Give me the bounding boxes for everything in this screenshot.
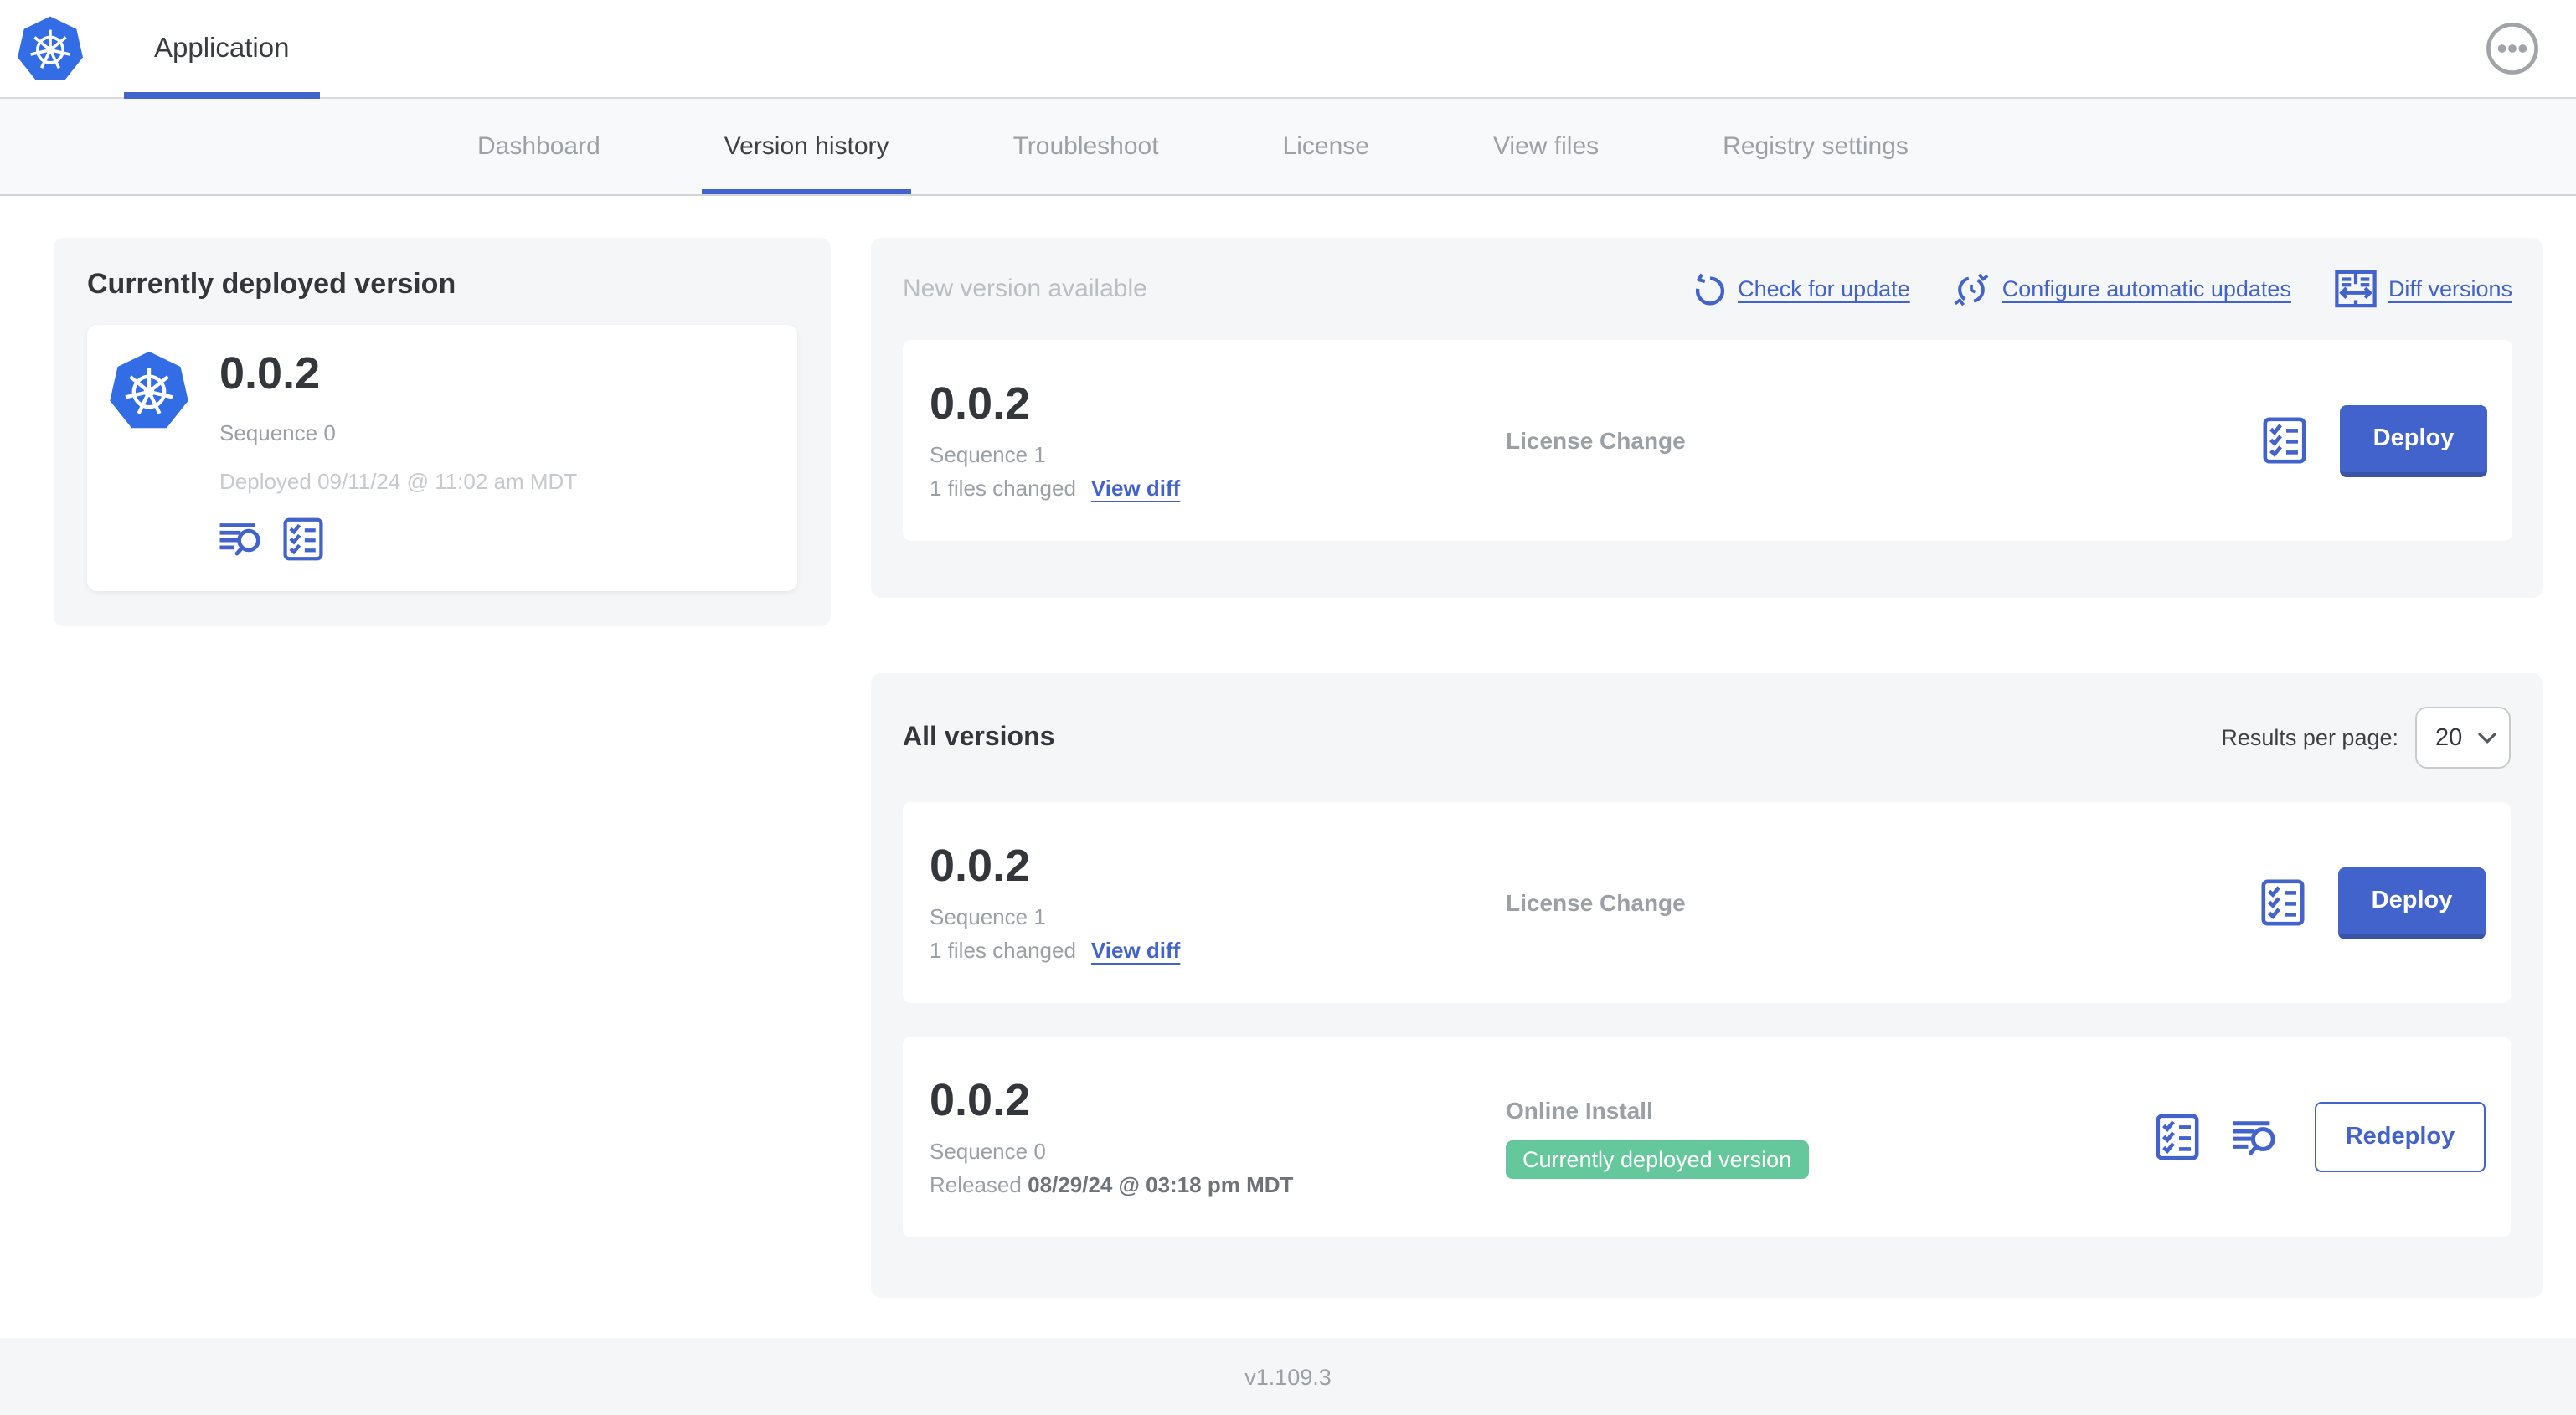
new-version-title: New version available <box>903 275 1147 303</box>
deploy-button[interactable]: Deploy <box>2338 867 2486 939</box>
kots-admin-console: Application Dashboard Version history Tr… <box>0 0 2576 1415</box>
view-diff-link[interactable]: View diff <box>1091 476 1180 501</box>
kubernetes-app-icon <box>109 350 189 430</box>
tab-dashboard[interactable]: Dashboard <box>456 99 622 194</box>
kubernetes-logo-icon <box>17 15 84 82</box>
version-label: 0.0.2 <box>930 378 1031 430</box>
checklist-icon <box>2156 1114 2199 1160</box>
version-row: 0.0.2 Sequence 0 Released 08/29/24 @ 03:… <box>903 1037 2511 1237</box>
diff-icon <box>2335 270 2377 308</box>
sequence-label: Sequence 0 <box>930 1138 1046 1164</box>
logs-icon <box>219 520 266 557</box>
checklist-icon <box>2263 417 2306 464</box>
all-versions-panel: All versions Results per page: 20 0.0.2 … <box>871 673 2543 1298</box>
view-logs-button[interactable] <box>219 520 266 557</box>
configure-automatic-updates-link[interactable]: Configure automatic updates <box>1954 272 2291 306</box>
tab-view-files[interactable]: View files <box>1471 99 1620 194</box>
app-header: Application <box>0 0 2576 99</box>
logs-icon <box>2233 1118 2281 1156</box>
app-tab[interactable]: Application <box>124 0 319 99</box>
version-source-label: Online Install <box>1506 1096 1653 1123</box>
files-changed-label: 1 files changed <box>930 937 1076 963</box>
checklist-icon <box>283 517 323 560</box>
tab-troubleshoot[interactable]: Troubleshoot <box>992 99 1181 194</box>
version-label: 0.0.2 <box>930 1075 1031 1126</box>
console-version-label: v1.109.3 <box>1244 1364 1332 1389</box>
main-content: Currently deployed version 0.0.2 Sequenc… <box>0 196 2576 1298</box>
redeploy-button[interactable]: Redeploy <box>2315 1102 2486 1172</box>
preflight-checks-button[interactable] <box>2261 879 2305 926</box>
released-timestamp: 08/29/24 @ 03:18 pm MDT <box>1028 1171 1294 1197</box>
all-versions-title: All versions <box>903 723 1055 751</box>
refresh-icon <box>1692 272 1726 306</box>
tab-registry-settings[interactable]: Registry settings <box>1701 99 1930 194</box>
results-per-page-label: Results per page: <box>2221 725 2398 750</box>
version-source-label: License Change <box>1506 427 1686 454</box>
app-footer: v1.109.3 <box>0 1338 2576 1415</box>
version-row: 0.0.2 Sequence 1 1 files changed View di… <box>903 802 2511 1003</box>
version-label: 0.0.2 <box>930 841 1031 892</box>
deployed-sequence-label: Sequence 0 <box>219 419 336 445</box>
results-per-page-select[interactable]: 20 <box>2415 707 2511 769</box>
new-version-panel: New version available Check for update C… <box>871 238 2543 598</box>
preflight-checks-button[interactable] <box>2156 1114 2199 1160</box>
deploy-button[interactable]: Deploy <box>2340 404 2487 476</box>
files-changed-label: 1 files changed <box>930 475 1076 501</box>
currently-deployed-card: 0.0.2 Sequence 0 Deployed 09/11/24 @ 11:… <box>87 325 797 591</box>
schedule-update-icon <box>1954 272 1991 306</box>
currently-deployed-title: Currently deployed version <box>87 268 456 300</box>
view-logs-button[interactable] <box>2233 1118 2281 1156</box>
ellipsis-icon <box>2486 22 2539 75</box>
currently-deployed-panel: Currently deployed version 0.0.2 Sequenc… <box>54 238 831 626</box>
sequence-label: Sequence 1 <box>930 441 1046 467</box>
more-options-button[interactable] <box>2486 22 2539 75</box>
deployed-timestamp: Deployed 09/11/24 @ 11:02 am MDT <box>219 468 578 494</box>
new-version-card: 0.0.2 Sequence 1 1 files changed View di… <box>903 340 2512 541</box>
view-diff-link[interactable]: View diff <box>1091 938 1180 963</box>
deployed-version-label: 0.0.2 <box>219 348 321 399</box>
currently-deployed-badge: Currently deployed version <box>1506 1140 1809 1178</box>
version-source-label: License Change <box>1506 889 1686 916</box>
app-tab-label: Application <box>154 33 290 63</box>
tab-license[interactable]: License <box>1261 99 1391 194</box>
checklist-icon <box>2261 879 2305 926</box>
diff-versions-link[interactable]: Diff versions <box>2335 270 2512 308</box>
released-label: Released <box>930 1171 1022 1197</box>
app-subnav: Dashboard Version history Troubleshoot L… <box>0 99 2576 196</box>
check-for-update-link[interactable]: Check for update <box>1692 272 1910 306</box>
preflight-checks-button[interactable] <box>283 517 323 560</box>
tab-version-history[interactable]: Version history <box>702 99 912 194</box>
sequence-label: Sequence 1 <box>930 903 1046 929</box>
preflight-checks-button[interactable] <box>2263 417 2306 464</box>
